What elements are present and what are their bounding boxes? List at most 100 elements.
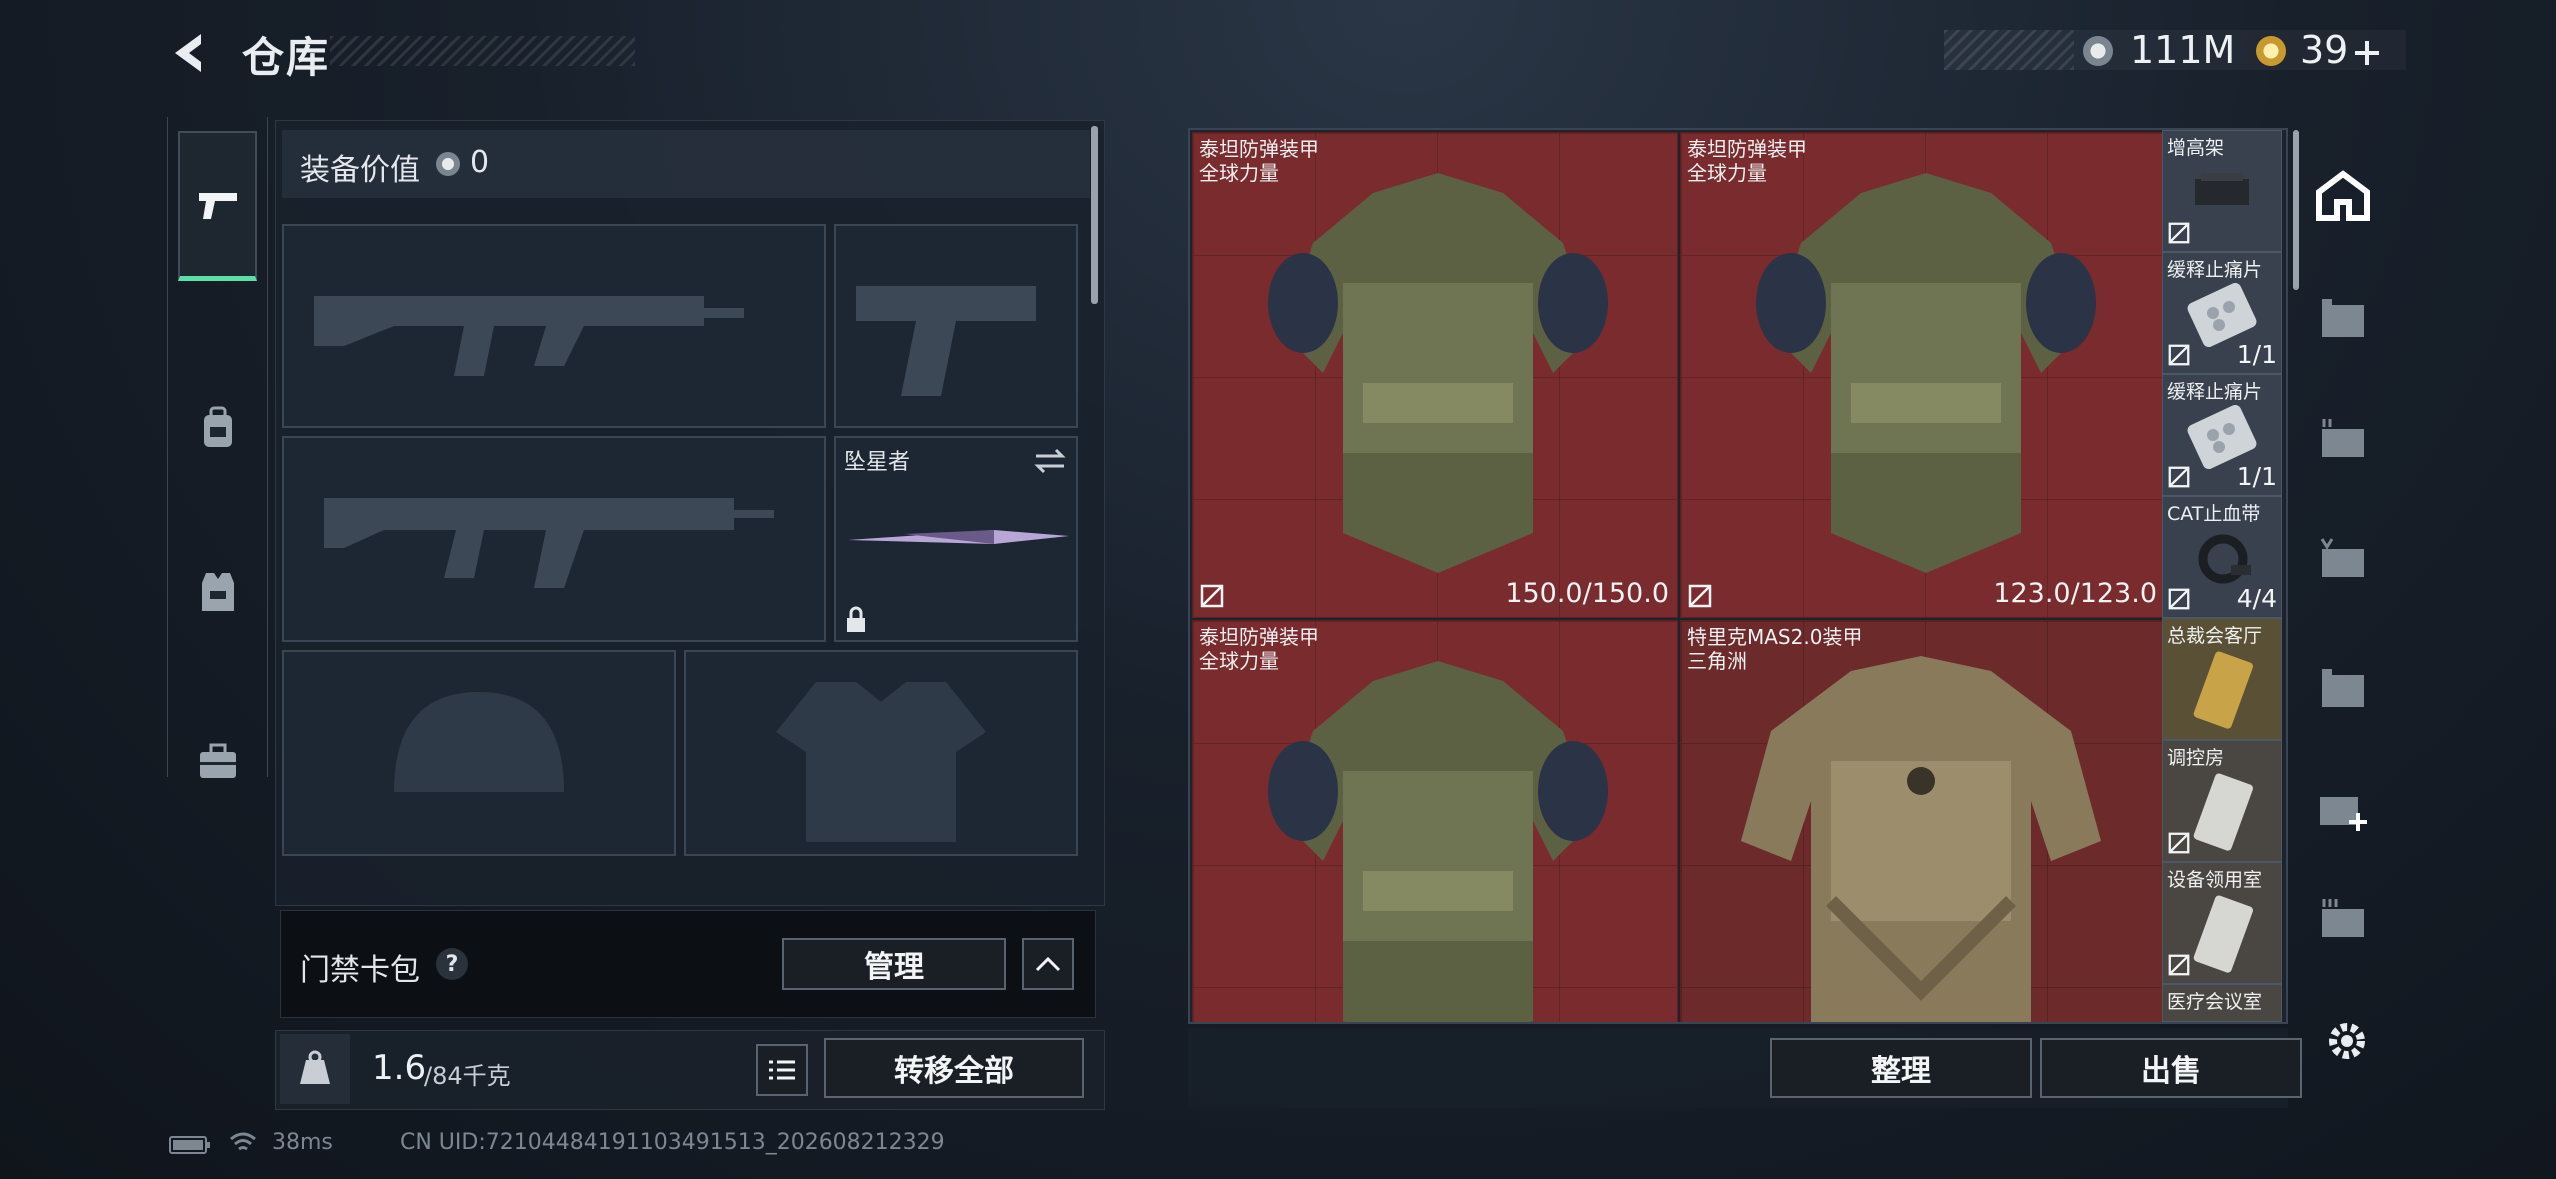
settings-gear-icon[interactable]: [2322, 1016, 2372, 1066]
stash-page-3[interactable]: [2302, 508, 2384, 608]
equipment-value-label: 装备价值: [300, 153, 420, 188]
no-insure-icon: [2168, 954, 2190, 976]
item-name: 总裁会客厅: [2167, 625, 2263, 647]
home-stash-icon: [2316, 170, 2370, 221]
melee-slot[interactable]: 坠星者: [834, 436, 1078, 642]
item-name: 缓释止痛片: [2167, 259, 2263, 281]
stash-item-small[interactable]: CAT止血带 4/4: [2162, 496, 2282, 618]
list-view-button[interactable]: [756, 1044, 808, 1096]
melee-name: 坠星者: [844, 450, 911, 475]
silver-coin-icon: [2083, 36, 2113, 66]
stash-scrollbar[interactable]: [2293, 130, 2299, 290]
stash-item-small[interactable]: 医疗会议室: [2162, 984, 2282, 1022]
item-name: 泰坦防弹装甲 全球力量: [1199, 137, 1319, 185]
currency-decoration: [1944, 30, 2074, 70]
gold-coin-icon: [2256, 36, 2286, 66]
stash-item-small[interactable]: 总裁会客厅: [2162, 618, 2282, 740]
nav-weapons[interactable]: [178, 131, 257, 281]
equipment-value: 0: [470, 145, 490, 180]
pistol-icon: [198, 192, 237, 219]
weight-icon-box: [280, 1034, 350, 1104]
stash-page-4[interactable]: [2302, 638, 2384, 738]
mas-armor-icon: [1741, 656, 2101, 1022]
tourniquet-icon: [2198, 534, 2251, 584]
item-name: 缓释止痛片: [2167, 381, 2263, 403]
collapse-button[interactable]: [1022, 938, 1074, 990]
ping-text: 38ms: [272, 1130, 333, 1155]
no-insure-icon: [2168, 466, 2190, 488]
stash-item-armor[interactable]: 泰坦防弹装甲 全球力量 123.0/123.0: [1680, 132, 2166, 618]
silver-currency-value: 111M: [2130, 28, 2236, 72]
category-nav: [167, 117, 268, 778]
item-durability: 123.0/123.0: [1993, 578, 2157, 609]
rifle-silhouette-icon: [324, 498, 774, 588]
stash-page-nav: [2302, 128, 2384, 1008]
no-insure-icon: [2168, 588, 2190, 610]
armor-slot[interactable]: [684, 650, 1078, 856]
stash-page-2[interactable]: [2302, 388, 2384, 488]
capacity-max: /84千克: [424, 1062, 511, 1090]
stash-item-small[interactable]: 调控房: [2162, 740, 2282, 862]
silver-coin-icon: [436, 152, 460, 176]
nav-case[interactable]: [168, 687, 267, 837]
no-insure-icon: [1200, 584, 1224, 608]
capacity-current: 1.6: [372, 1048, 427, 1088]
helmet-slot[interactable]: [282, 650, 676, 856]
no-insure-icon: [2168, 832, 2190, 854]
stash-item-armor[interactable]: 特里克MAS2.0装甲 三角洲: [1680, 620, 2166, 1022]
stash-item-small[interactable]: 增高架: [2162, 130, 2282, 252]
item-name: 泰坦防弹装甲 全球力量: [1199, 625, 1319, 673]
storage-box-ii-icon: [2322, 419, 2364, 457]
title-decoration: [330, 36, 635, 66]
melee-knife-icon: [848, 530, 1069, 544]
pill-blister-icon: [2187, 405, 2257, 469]
add-storage-icon: [2320, 797, 2367, 831]
access-card-label: 门禁卡包: [300, 953, 420, 988]
rifle-silhouette-icon: [314, 296, 744, 376]
sell-button[interactable]: 出售: [2040, 1038, 2302, 1098]
armor-silhouette-icon: [776, 682, 986, 842]
nav-backpack[interactable]: [168, 353, 267, 503]
storage-box-iii-icon: [2322, 899, 2364, 937]
battery-icon: [169, 1136, 210, 1154]
back-arrow-icon[interactable]: [165, 28, 215, 78]
primary-weapon-slot[interactable]: [282, 224, 826, 428]
item-durability: 150.0/150.0: [1505, 578, 1669, 609]
nav-vest[interactable]: [168, 517, 267, 667]
secondary-weapon-slot[interactable]: [282, 436, 826, 642]
stash-page-1[interactable]: [2302, 268, 2384, 368]
stash-item-small[interactable]: 缓释止痛片 1/1: [2162, 252, 2282, 374]
swap-icon[interactable]: [1032, 446, 1068, 476]
no-insure-icon: [2168, 344, 2190, 366]
lock-icon: [847, 606, 865, 632]
keycard-icon: [2193, 895, 2253, 973]
pistol-silhouette-icon: [856, 286, 1036, 396]
item-name: 设备领用室: [2167, 869, 2263, 891]
stash-item-small[interactable]: 设备领用室: [2162, 862, 2282, 984]
stash-page-main[interactable]: [2302, 146, 2384, 246]
wifi-icon: [230, 1132, 256, 1151]
keycard-icon: [2193, 773, 2253, 851]
pill-blister-icon: [2187, 283, 2257, 347]
stash-page-add[interactable]: [2302, 758, 2384, 858]
manage-button[interactable]: 管理: [782, 938, 1006, 990]
sort-button[interactable]: 整理: [1770, 1038, 2032, 1098]
stash-item-small[interactable]: 缓释止痛片 1/1: [2162, 374, 2282, 496]
storage-box-icon: [2322, 669, 2364, 707]
stash-item-armor[interactable]: 泰坦防弹装甲 全球力量: [1192, 620, 1678, 1022]
gold-currency-value: 39: [2300, 28, 2349, 72]
transfer-all-button[interactable]: 转移全部: [824, 1038, 1084, 1098]
riser-mount-icon: [2195, 173, 2249, 205]
titan-armor-icon: [1268, 173, 1608, 573]
stash-item-armor[interactable]: 泰坦防弹装甲 全球力量 150.0/150.0: [1192, 132, 1678, 618]
titan-armor-icon: [1268, 661, 1608, 1022]
stash-page-5[interactable]: [2302, 868, 2384, 968]
add-currency-icon[interactable]: [2352, 38, 2382, 68]
helmet-silhouette-icon: [394, 692, 564, 792]
storage-box-icon: [2322, 299, 2364, 337]
loadout-scrollbar[interactable]: [1091, 126, 1098, 304]
secondary-pistol-slot[interactable]: [834, 224, 1078, 428]
item-count: 1/1: [2236, 462, 2277, 491]
help-button[interactable]: ?: [436, 948, 468, 980]
uid-text: CN UID:7210448419110349151​3_20260821232…: [400, 1130, 945, 1155]
